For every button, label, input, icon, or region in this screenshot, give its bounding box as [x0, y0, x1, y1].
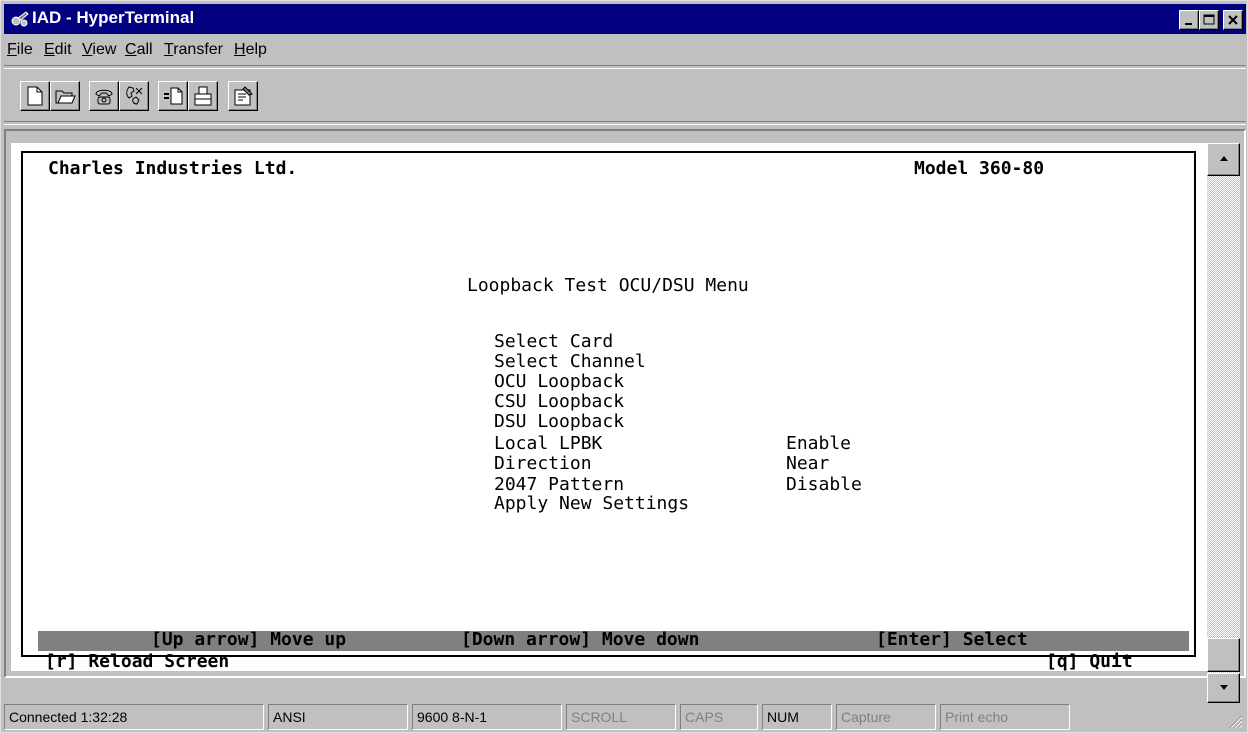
status-scroll: SCROLL [566, 704, 676, 730]
minimize-button[interactable] [1179, 10, 1199, 30]
status-bar: Connected 1:32:28 ANSI 9600 8-N-1 SCROLL… [4, 704, 1246, 731]
menu-title: Loopback Test OCU/DSU Menu [467, 275, 749, 296]
send-file-icon [164, 87, 183, 105]
menu-view[interactable]: View [82, 41, 116, 59]
menu-option-direction[interactable]: Direction [494, 454, 592, 474]
hint-up-arrow: [Up arrow] Move up [151, 629, 347, 650]
maximize-button[interactable] [1199, 10, 1219, 30]
resize-grip-icon[interactable] [1227, 713, 1243, 729]
2047-pattern-value: Disable [786, 474, 862, 495]
close-icon [1228, 15, 1238, 25]
arrow-down-icon [1220, 685, 1228, 690]
new-button[interactable] [20, 81, 50, 111]
menu-transfer[interactable]: Transfer [164, 41, 223, 59]
menu-edit[interactable]: Edit [44, 41, 72, 59]
vertical-scrollbar[interactable] [1207, 143, 1240, 673]
connect-button[interactable] [89, 81, 119, 111]
toolbar [4, 65, 1246, 125]
scroll-thumb[interactable] [1207, 638, 1240, 672]
arrow-up-icon [1220, 156, 1228, 161]
company-name: Charles Industries Ltd. [48, 158, 298, 179]
status-print-echo: Print echo [940, 704, 1070, 730]
hint-enter: [Enter] Select [876, 629, 1028, 650]
status-connected: Connected 1:32:28 [4, 704, 264, 730]
close-button[interactable] [1223, 10, 1243, 30]
hint-down-arrow: [Down arrow] Move down [461, 629, 700, 650]
receive-button[interactable] [188, 81, 218, 111]
menu-option-csu-loopback[interactable]: CSU Loopback [494, 392, 624, 412]
open-folder-icon [55, 90, 76, 104]
menu-help[interactable]: Help [234, 41, 267, 59]
local-lpbk-value: Enable [786, 433, 852, 454]
menu-option-2047-pattern[interactable]: 2047 Pattern [494, 475, 624, 495]
menu-option-select-channel[interactable]: Select Channel [494, 352, 646, 372]
toolbar-band [4, 68, 1246, 122]
receive-file-icon [194, 86, 212, 106]
open-button[interactable] [50, 81, 80, 111]
send-button[interactable] [158, 81, 188, 111]
status-num: NUM [762, 704, 832, 730]
menu-file[interactable]: File [7, 41, 33, 59]
disconnect-phone-icon [126, 86, 143, 105]
menu-option-local-lpbk[interactable]: Local LPBK [494, 434, 602, 454]
minimize-icon [1185, 23, 1192, 25]
scroll-up-button[interactable] [1207, 143, 1240, 176]
properties-icon [234, 86, 253, 106]
window-title: IAD - HyperTerminal [32, 8, 195, 27]
menu-option-dsu-loopback[interactable]: DSU Loopback [494, 412, 624, 432]
title-bar: IAD - HyperTerminal [4, 4, 1246, 34]
status-capture: Capture [836, 704, 936, 730]
menu-bar: File Edit View Call Transfer Help [4, 36, 1246, 64]
properties-button[interactable] [228, 81, 258, 111]
menu-option-select-card[interactable]: Select Card [494, 332, 613, 352]
maximize-icon [1203, 14, 1215, 25]
menu-option-ocu-loopback[interactable]: OCU Loopback [494, 372, 624, 392]
new-document-icon [27, 86, 43, 106]
status-caps: CAPS [680, 704, 758, 730]
status-emulation: ANSI [268, 704, 408, 730]
hyperterminal-window: IAD - HyperTerminal File Edit View Call … [0, 0, 1248, 733]
connect-phone-icon [95, 89, 113, 105]
model-number: Model 360-80 [914, 158, 1045, 179]
menu-option-apply-new-settings[interactable]: Apply New Settings [494, 494, 689, 514]
scroll-down-button[interactable] [1207, 673, 1240, 703]
quit-hint[interactable]: [q] Quit [1046, 652, 1133, 672]
status-port-settings: 9600 8-N-1 [412, 704, 562, 730]
disconnect-button[interactable] [119, 81, 149, 111]
direction-value: Near [786, 453, 830, 474]
menu-call[interactable]: Call [125, 41, 153, 59]
hyperterminal-icon [11, 11, 29, 27]
reload-screen-hint[interactable]: [r] Reload Screen [45, 652, 229, 672]
